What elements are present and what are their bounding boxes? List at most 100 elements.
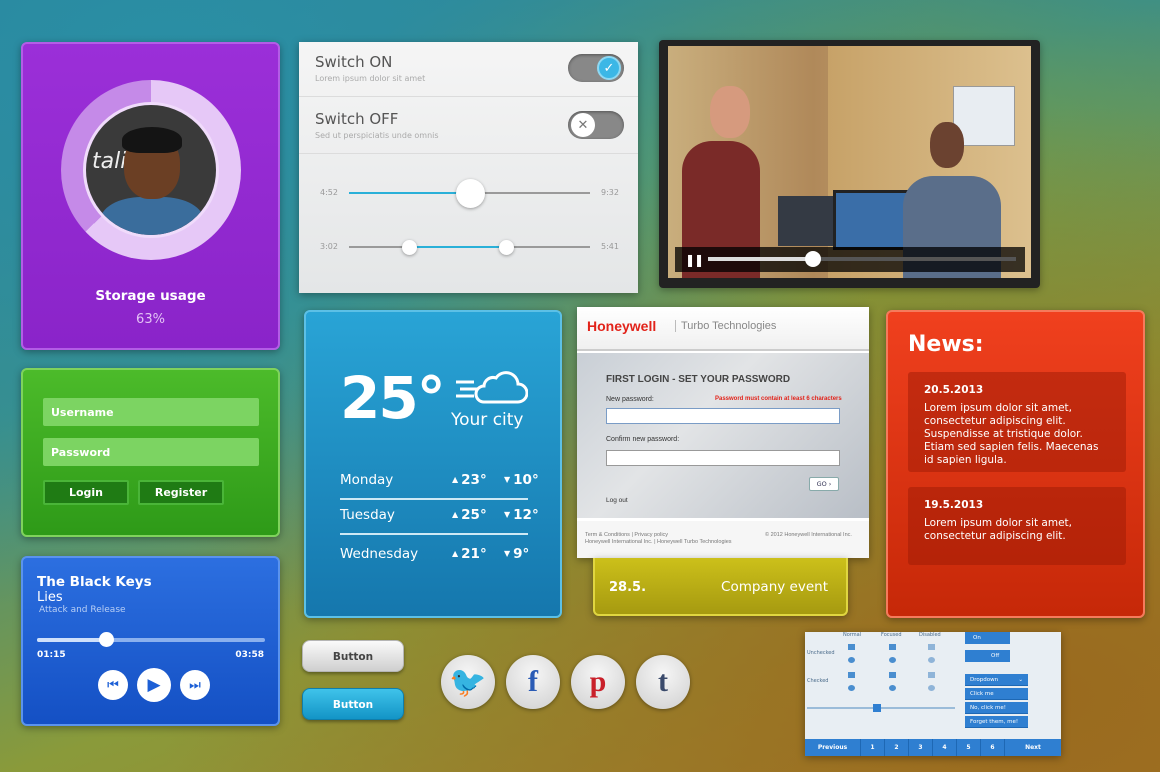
radio[interactable] [889,657,896,663]
forecast-day: Tuesday [340,507,395,523]
previous-icon[interactable]: ⏮ [98,670,128,700]
checkbox[interactable] [889,644,896,650]
slider2-min: 3:02 [320,242,338,251]
kit-slider-knob[interactable] [873,704,881,712]
chevron-down-icon: ⌄ [1018,677,1023,683]
progress-bar[interactable] [37,638,265,642]
pagination-page[interactable]: 6 [981,739,1005,756]
music-player-card: The Black Keys Lies Attack and Release 0… [21,556,280,726]
progress-fill [37,638,108,642]
tumblr-icon[interactable]: t [636,655,690,709]
toggle-on-chip[interactable]: On [965,632,1010,644]
dropdown-option[interactable]: Forget them, me! [965,716,1028,728]
dropdown[interactable]: Dropdown ⌄ [965,674,1028,686]
video-player: ❚❚ [659,40,1040,288]
slider2-max: 5:41 [601,242,619,251]
checkbox-checked[interactable] [889,672,896,678]
checkbox[interactable] [848,644,855,650]
slider2-low-knob[interactable] [402,240,418,255]
pause-icon[interactable]: ❚❚ [685,253,704,267]
total-time: 03:58 [235,650,264,660]
go-button[interactable]: GO › [809,477,839,491]
event-date: 28.5. [609,580,647,595]
toggle-off[interactable]: ✕ [568,111,624,139]
news-item[interactable]: 20.5.2013 Lorem ipsum dolor sit amet, co… [908,372,1126,472]
checkbox-checked [928,672,935,678]
close-icon: ✕ [571,113,595,137]
progress-knob[interactable] [99,632,114,647]
event-card[interactable]: 28.5. Company event [593,558,848,616]
video-seek-knob[interactable] [804,251,821,267]
switch-off-subtitle: Sed ut perspiciatis unde omnis [315,131,439,140]
weather-card: 25° Your city Monday ▲ 23° ▼ 10° Tuesday ▲… [304,310,562,618]
elapsed-time: 01:15 [37,650,66,660]
slider2-high-knob[interactable] [498,240,514,255]
next-icon[interactable]: ⏭ [180,670,210,700]
switch-on-title: Switch ON [315,53,393,71]
video-controls: ❚❚ [675,247,1025,272]
slider1-max: 9:32 [601,188,619,197]
news-date: 19.5.2013 [924,499,984,511]
news-text: Lorem ipsum dolor sit amet, consectetur … [924,402,1099,466]
logout-link[interactable]: Log out [606,497,628,504]
honeywell-logo: Honeywell [587,318,657,334]
footer-copyright: © 2012 Honeywell International Inc. [765,532,852,538]
pagination-page[interactable]: 4 [933,739,957,756]
gray-button[interactable]: Button [302,640,404,672]
radio-checked[interactable] [889,685,896,691]
dropdown-option[interactable]: No, click me! [965,702,1028,714]
pagination-page[interactable]: 1 [861,739,885,756]
forecast-day: Monday [340,472,394,488]
radio[interactable] [848,657,855,663]
kit-slider[interactable] [807,704,955,712]
switch-on-subtitle: Lorem ipsum dolor sit amet [315,74,426,83]
event-title: Company event [721,579,828,595]
switch-off-row: Switch OFF Sed ut perspiciatis unde omni… [299,97,638,154]
pagination-page[interactable]: 5 [957,739,981,756]
play-icon[interactable]: ▶ [137,668,171,702]
new-password-label: New password: [606,396,654,403]
slider2-fill [409,246,506,248]
confirm-password-input[interactable] [606,450,840,466]
slider2-track[interactable] [349,246,590,248]
toggle-on[interactable]: ✓ [568,54,624,82]
storage-card: talio Storage usage 63% [21,42,280,350]
new-password-input[interactable] [606,408,840,424]
storage-percent: 63% [136,312,165,327]
twitter-icon[interactable]: 🐦 [441,655,495,709]
switch-off-title: Switch OFF [315,110,399,128]
blue-button[interactable]: Button [302,688,404,720]
password-field[interactable]: Password [43,438,259,466]
forecast-row: Wednesday ▲ 21° ▼ 9° [340,536,529,574]
honeywell-tagline: Turbo Technologies [675,320,776,332]
artist-name: The Black Keys [37,574,152,590]
pinterest-icon[interactable]: p [571,655,625,709]
video-seek-bar[interactable] [708,257,1016,261]
pagination-page[interactable]: 3 [909,739,933,756]
dropdown-option[interactable]: Click me [965,688,1028,700]
honeywell-header: Honeywell Turbo Technologies [577,307,869,351]
radio [928,657,935,663]
storage-ring: talio [61,80,241,260]
radio-checked[interactable] [848,685,855,691]
slider1-knob[interactable] [455,179,485,208]
facebook-icon[interactable]: f [506,655,560,709]
col-normal: Normal [843,632,862,638]
switches-card: Switch ON Lorem ipsum dolor sit amet ✓ S… [299,42,638,293]
check-icon: ✓ [597,56,621,80]
forecast-high: ▲ 23° [452,472,487,488]
register-button[interactable]: Register [138,480,224,505]
honeywell-login-window: Honeywell Turbo Technologies FIRST LOGIN… [577,307,869,558]
pagination-next[interactable]: Next [1005,739,1061,756]
toggle-off-chip[interactable]: Off [965,650,1010,662]
pagination-page[interactable]: 2 [885,739,909,756]
current-temperature: 25° [340,364,446,432]
col-disabled: Disabled [919,632,941,638]
footer-links[interactable]: Term & Conditions | Privacy policy [585,532,668,538]
news-item[interactable]: 19.5.2013 Lorem ipsum dolor sit amet, co… [908,487,1126,565]
login-button[interactable]: Login [43,480,129,505]
checkbox-checked[interactable] [848,672,855,678]
pagination-previous[interactable]: Previous [805,739,861,756]
album-name: Attack and Release [39,605,126,615]
username-field[interactable]: Username [43,398,259,426]
